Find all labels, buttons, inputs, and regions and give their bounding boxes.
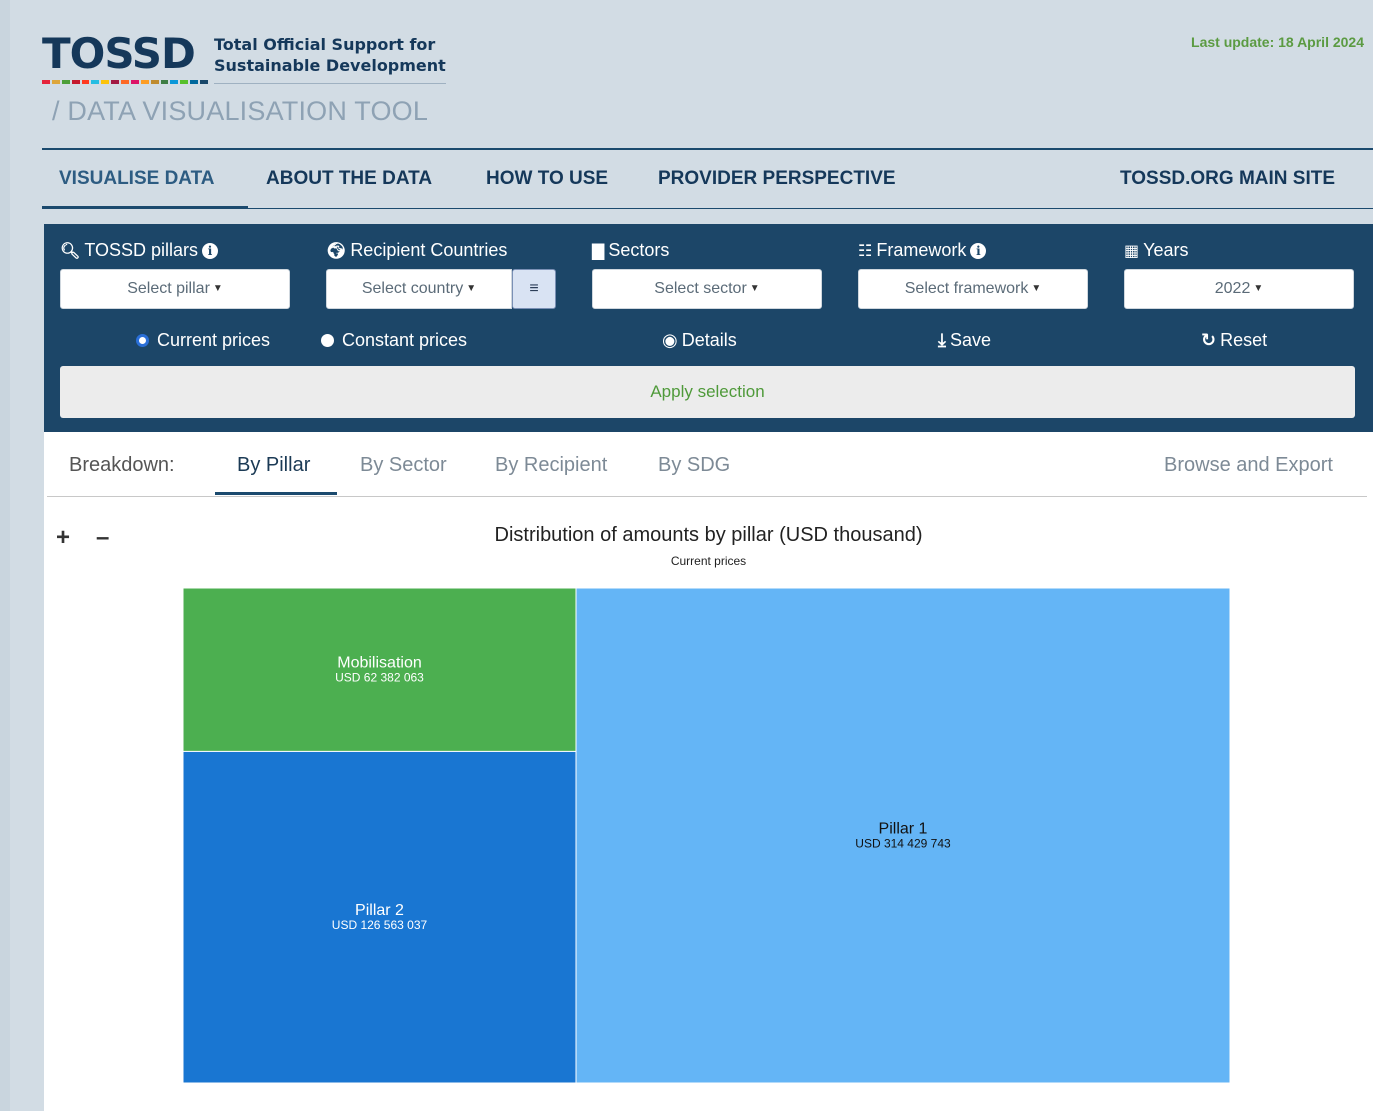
logo-wordmark: TOSSD bbox=[42, 29, 196, 78]
year-select[interactable]: 2022 ▼ bbox=[1124, 269, 1354, 309]
country-list-toggle-icon[interactable]: ≡ bbox=[512, 269, 556, 309]
treemap-node-pillar-2[interactable]: Pillar 2USD 126 563 037 bbox=[182, 750, 577, 1084]
caret-down-icon: ▼ bbox=[749, 283, 760, 294]
apply-selection-button[interactable]: Apply selection bbox=[60, 366, 1355, 418]
sdg-color-segment bbox=[121, 80, 129, 84]
sdg-color-segment bbox=[150, 80, 159, 84]
constant-prices-label: Constant prices bbox=[342, 330, 468, 350]
sdg-color-segment bbox=[91, 80, 100, 84]
nav-about-data[interactable]: ABOUT THE DATA bbox=[266, 168, 432, 190]
reset-button[interactable]: ↻ Reset bbox=[1201, 330, 1267, 351]
current-prices-label: Current prices bbox=[157, 330, 271, 350]
nav-provider-perspective[interactable]: PROVIDER PERSPECTIVE bbox=[658, 168, 896, 190]
treemap-label-pillar-1: Pillar 1 bbox=[879, 821, 928, 838]
treemap-value-mobilisation: USD 62 382 063 bbox=[335, 671, 424, 685]
treemap-label-pillar-2: Pillar 2 bbox=[355, 902, 404, 919]
country-select-value: Select country bbox=[361, 280, 464, 298]
pillar-select-value: Select pillar bbox=[127, 280, 210, 298]
constant-prices-radio[interactable]: Constant prices bbox=[321, 330, 467, 351]
sdg-color-segment bbox=[170, 80, 179, 84]
radio-checked-icon bbox=[136, 334, 149, 347]
info-icon[interactable]: i bbox=[970, 242, 987, 259]
filter-panel: 🔍︎ TOSSD pillars i Select pillar ▼ 🌍︎ Rec… bbox=[44, 224, 1373, 432]
nav-how-to-use[interactable]: HOW TO USE bbox=[486, 168, 608, 190]
globe-icon: 🌍︎ bbox=[326, 242, 347, 260]
sdg-color-segment bbox=[111, 80, 119, 84]
sdg-color-segment bbox=[180, 80, 189, 84]
download-icon: ⤓ bbox=[938, 330, 946, 350]
sdg-color-segment bbox=[61, 80, 70, 84]
sectors-label: ▇ Sectors bbox=[592, 240, 669, 261]
sdg-color-segment bbox=[101, 80, 110, 84]
country-select[interactable]: Select country ▼ bbox=[326, 269, 512, 309]
sdg-color-segment bbox=[130, 80, 139, 84]
sdg-color-segment bbox=[51, 80, 60, 84]
logo-subtitle-line2: Sustainable Development bbox=[214, 56, 446, 75]
logo-subtitle-line1: Total Official Support for bbox=[214, 35, 436, 54]
treemap-node-pillar-1[interactable]: Pillar 1USD 314 429 743 bbox=[575, 587, 1231, 1084]
sdg-color-segment bbox=[200, 80, 208, 84]
radio-unchecked-icon bbox=[321, 334, 334, 347]
main-nav: VISUALISE DATA ABOUT THE DATA HOW TO USE… bbox=[42, 148, 1373, 209]
sdg-color-segment bbox=[42, 80, 50, 84]
sector-select-value: Select sector bbox=[654, 280, 747, 298]
years-label-text: Years bbox=[1143, 240, 1189, 260]
sdg-color-segment bbox=[190, 80, 198, 84]
framework-label-text: Framework bbox=[876, 240, 967, 260]
content-panel: Breakdown: By Pillar By Sector By Recipi… bbox=[44, 432, 1373, 1111]
info-icon[interactable]: i bbox=[202, 242, 219, 259]
save-button[interactable]: ⤓ Save bbox=[938, 330, 991, 351]
years-label: ▦ Years bbox=[1124, 240, 1189, 261]
page-edge bbox=[0, 0, 10, 1111]
nav-active-indicator bbox=[42, 206, 248, 209]
search-icon: 🔍︎ bbox=[60, 242, 81, 260]
logo-underline bbox=[214, 83, 446, 84]
caret-down-icon: ▼ bbox=[1031, 283, 1042, 294]
sdg-color-segment bbox=[140, 80, 149, 84]
pillar-select[interactable]: Select pillar ▼ bbox=[60, 269, 290, 309]
pillar-treemap: MobilisationUSD 62 382 063Pillar 2USD 12… bbox=[182, 587, 1231, 1084]
nav-visualise-data[interactable]: VISUALISE DATA bbox=[59, 168, 215, 190]
sdg-color-segment bbox=[160, 80, 169, 84]
sectors-label-text: Sectors bbox=[608, 240, 670, 260]
refresh-icon: ↻ bbox=[1201, 330, 1217, 350]
save-label: Save bbox=[949, 330, 991, 350]
details-button[interactable]: ◉ Details bbox=[662, 330, 737, 351]
tool-title: / DATA VISUALISATION TOOL bbox=[52, 96, 429, 126]
pillars-label: 🔍︎ TOSSD pillars i bbox=[60, 240, 219, 261]
treemap-value-pillar-2: USD 126 563 037 bbox=[332, 918, 428, 932]
bar-chart-icon: ▇ bbox=[592, 242, 605, 260]
framework-label: ☷ Framework i bbox=[858, 240, 987, 261]
details-label: Details bbox=[681, 330, 737, 350]
treemap-node-mobilisation[interactable]: MobilisationUSD 62 382 063 bbox=[182, 587, 577, 752]
framework-select[interactable]: Select framework ▼ bbox=[858, 269, 1088, 309]
nav-main-site[interactable]: TOSSD.ORG MAIN SITE bbox=[1120, 168, 1335, 190]
reset-label: Reset bbox=[1220, 330, 1268, 350]
sitemap-icon: ☷ bbox=[858, 242, 873, 260]
caret-down-icon: ▼ bbox=[466, 283, 477, 294]
treemap-label-mobilisation: Mobilisation bbox=[337, 655, 421, 672]
year-select-value: 2022 bbox=[1214, 280, 1251, 298]
last-update-text: Last update: 18 April 2024 bbox=[1191, 34, 1364, 50]
countries-label: 🌍︎ Recipient Countries bbox=[326, 240, 507, 261]
current-prices-radio[interactable]: Current prices bbox=[136, 330, 270, 351]
sdg-color-bar bbox=[42, 80, 208, 84]
countries-label-text: Recipient Countries bbox=[350, 240, 508, 260]
sdg-color-segment bbox=[81, 80, 90, 84]
sdg-color-segment bbox=[71, 80, 80, 84]
treemap-value-pillar-1: USD 314 429 743 bbox=[855, 837, 951, 851]
caret-down-icon: ▼ bbox=[1253, 283, 1264, 294]
caret-down-icon: ▼ bbox=[212, 283, 223, 294]
framework-select-value: Select framework bbox=[904, 280, 1029, 298]
calendar-icon: ▦ bbox=[1124, 242, 1140, 260]
pillars-label-text: TOSSD pillars bbox=[84, 240, 199, 260]
sector-select[interactable]: Select sector ▼ bbox=[592, 269, 822, 309]
eye-icon: ◉ bbox=[662, 330, 678, 350]
logo-subtitle: Total Official Support for Sustainable D… bbox=[214, 34, 454, 76]
